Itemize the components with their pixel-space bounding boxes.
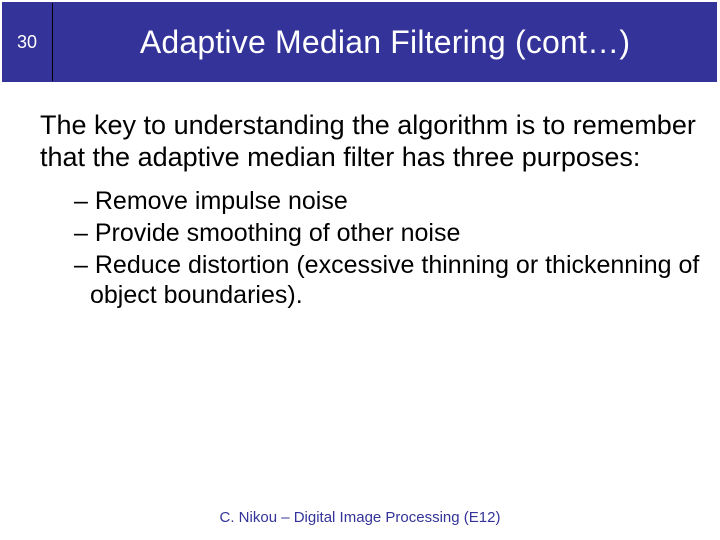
list-item: – Provide smoothing of other noise xyxy=(74,218,700,248)
dash-icon: – xyxy=(74,219,95,247)
bullet-text: Reduce distortion (excessive thinning or… xyxy=(90,251,699,309)
bullet-list: – Remove impulse noise – Provide smoothi… xyxy=(74,186,700,310)
dash-icon: – xyxy=(74,187,95,215)
bullet-text: Provide smoothing of other noise xyxy=(95,219,461,247)
title-bar: 30 Adaptive Median Filtering (cont…) xyxy=(2,2,717,82)
slide: 30 Adaptive Median Filtering (cont…) The… xyxy=(0,0,720,540)
page-number: 30 xyxy=(17,32,37,53)
intro-paragraph: The key to understanding the algorithm i… xyxy=(40,110,700,174)
page-number-box: 30 xyxy=(2,3,53,81)
dash-icon: – xyxy=(74,251,95,279)
slide-title: Adaptive Median Filtering (cont…) xyxy=(57,24,717,61)
slide-footer: C. Nikou – Digital Image Processing (E12… xyxy=(0,509,720,526)
slide-body: The key to understanding the algorithm i… xyxy=(40,110,700,312)
list-item: – Reduce distortion (excessive thinning … xyxy=(74,250,700,310)
list-item: – Remove impulse noise xyxy=(74,186,700,216)
bullet-text: Remove impulse noise xyxy=(95,187,348,215)
